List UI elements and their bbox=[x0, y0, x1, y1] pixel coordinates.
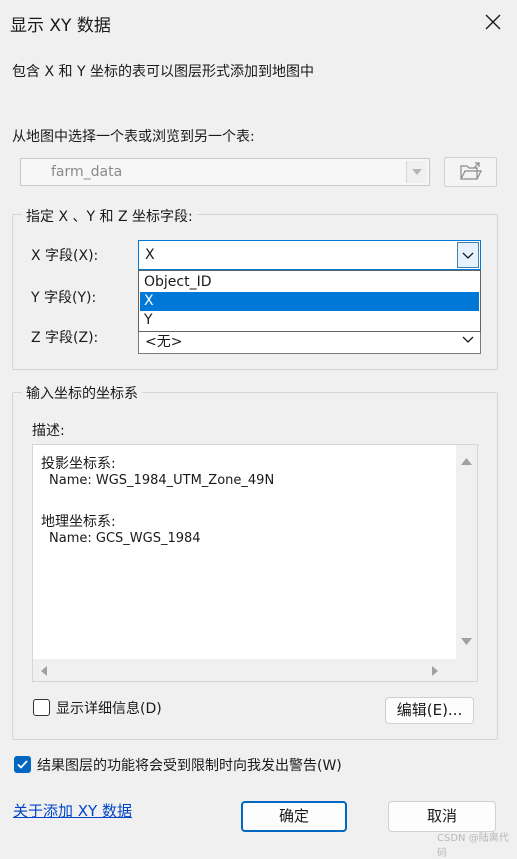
ok-button[interactable]: 确定 bbox=[241, 801, 347, 832]
y-field-label: Y 字段(Y): bbox=[31, 290, 97, 306]
dialog-description: 包含 X 和 Y 坐标的表可以图层形式添加到地图中 bbox=[12, 64, 314, 80]
dropdown-option-y[interactable]: Y bbox=[140, 311, 479, 330]
x-field-dropdown-list: Object_ID X Y bbox=[138, 270, 481, 332]
table-select-label: 从地图中选择一个表或浏览到另一个表: bbox=[12, 129, 255, 145]
geographic-label: 地理坐标系: bbox=[41, 514, 116, 530]
show-details-checkbox[interactable] bbox=[33, 699, 50, 716]
show-details-label[interactable]: 显示详细信息(D) bbox=[56, 698, 162, 718]
x-field-combobox[interactable]: X bbox=[138, 240, 481, 270]
check-icon bbox=[17, 760, 28, 769]
x-field-dropdown-button[interactable] bbox=[457, 242, 479, 268]
projected-label: 投影坐标系: bbox=[41, 456, 116, 472]
x-field-label: X 字段(X): bbox=[31, 248, 99, 264]
folder-open-icon bbox=[458, 161, 484, 187]
table-select-value: farm_data bbox=[51, 164, 123, 180]
dropdown-option-object-id[interactable]: Object_ID bbox=[140, 273, 479, 292]
geographic-name: Name: GCS_WGS_1984 bbox=[49, 531, 201, 546]
z-field-value: <无> bbox=[145, 334, 183, 350]
warn-checkbox[interactable] bbox=[14, 756, 31, 773]
watermark: CSDN @陆离代码 bbox=[437, 833, 509, 859]
scroll-right-icon[interactable] bbox=[430, 665, 440, 681]
warn-checkbox-label[interactable]: 结果图层的功能将会受到限制时向我发出警告(W) bbox=[37, 755, 342, 775]
browse-table-button[interactable] bbox=[444, 157, 497, 187]
z-field-label: Z 字段(Z): bbox=[31, 330, 99, 346]
scroll-left-icon[interactable] bbox=[39, 665, 49, 681]
scrollbar-corner bbox=[456, 659, 477, 681]
coordinate-description-box[interactable]: 投影坐标系: Name: WGS_1984_UTM_Zone_49N 地理坐标系… bbox=[32, 444, 478, 682]
scroll-up-icon[interactable] bbox=[460, 454, 473, 470]
close-icon[interactable] bbox=[481, 10, 505, 34]
projected-name: Name: WGS_1984_UTM_Zone_49N bbox=[49, 473, 275, 488]
description-label: 描述: bbox=[32, 423, 65, 439]
coordinate-system-legend: 输入坐标的坐标系 bbox=[22, 383, 142, 403]
vertical-scrollbar[interactable] bbox=[456, 445, 477, 659]
edit-button[interactable]: 编辑(E)... bbox=[385, 697, 474, 724]
x-field-value: X bbox=[145, 247, 155, 263]
horizontal-scrollbar[interactable] bbox=[33, 659, 456, 681]
window-title: 显示 XY 数据 bbox=[10, 16, 111, 36]
dropdown-option-x[interactable]: X bbox=[140, 292, 479, 311]
cancel-button[interactable]: 取消 bbox=[388, 801, 496, 832]
chevron-down-icon bbox=[462, 252, 474, 259]
chevron-down-icon bbox=[406, 161, 427, 183]
chevron-down-icon bbox=[460, 331, 476, 353]
coordinate-fields-legend: 指定 X 、Y 和 Z 坐标字段: bbox=[22, 206, 197, 226]
about-xy-data-link[interactable]: 关于添加 XY 数据 bbox=[13, 800, 132, 821]
table-select-combobox[interactable]: farm_data bbox=[20, 158, 430, 186]
scroll-down-icon[interactable] bbox=[460, 635, 473, 651]
